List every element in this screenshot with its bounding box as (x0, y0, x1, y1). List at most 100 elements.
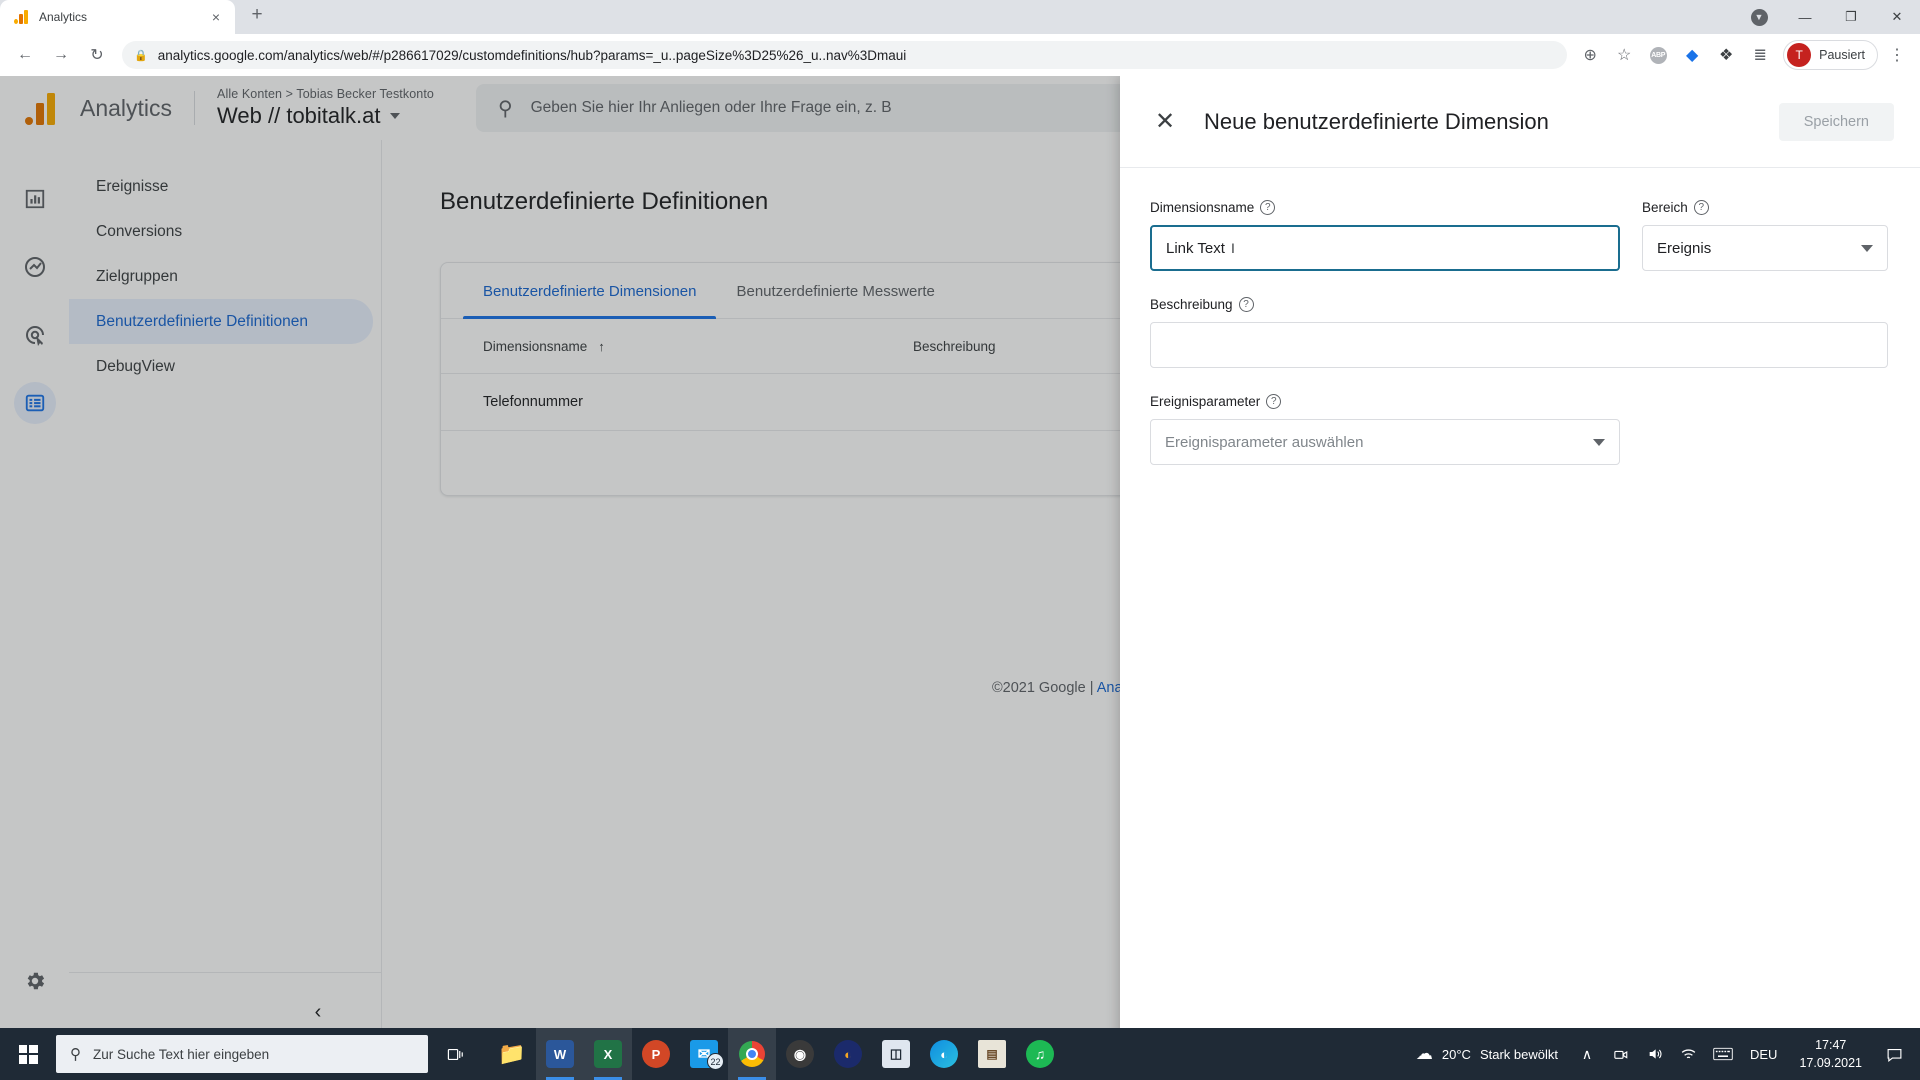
chevron-down-icon[interactable] (1593, 438, 1605, 446)
description-input[interactable] (1150, 322, 1888, 368)
language-indicator[interactable]: DEU (1740, 1047, 1787, 1062)
label-text: Dimensionsname (1150, 200, 1255, 215)
scope-value: Ereignis (1657, 239, 1712, 257)
profile-label: Pausiert (1819, 48, 1865, 62)
reader-icon: ▤ (978, 1040, 1006, 1068)
back-icon[interactable]: ← (8, 40, 42, 70)
label-text: Beschreibung (1150, 297, 1233, 312)
obs-icon: ◉ (786, 1040, 814, 1068)
help-icon[interactable]: ? (1260, 200, 1276, 215)
close-icon[interactable]: ✕ (1150, 107, 1180, 136)
excel-icon: X (594, 1040, 622, 1068)
system-tray: ☁ 20°C Stark bewölkt ∧ DEU 17:47 17.09.2… (1404, 1028, 1920, 1080)
reload-icon[interactable]: ↻ (80, 40, 114, 70)
dimension-name-label: Dimensionsname ? (1150, 200, 1620, 215)
taskbar-apps: 📁 W X P ✉ 22 ◉ ◐ ◫ ◐ ▤ ♫ (488, 1028, 1064, 1080)
taskbar-app-chrome[interactable] (728, 1028, 776, 1080)
weather-condition-label: Stark bewölkt (1479, 1046, 1558, 1062)
address-bar[interactable]: 🔒 analytics.google.com/analytics/web/#/p… (122, 41, 1568, 69)
dialog-body: Dimensionsname ? Link Text I Bereich ? E… (1120, 168, 1920, 465)
page-viewport: Analytics Alle Konten > Tobias Becker Te… (0, 76, 1920, 1052)
forward-icon[interactable]: → (44, 40, 78, 70)
dialog-row-1: Dimensionsname ? Link Text I Bereich ? E… (1150, 200, 1890, 271)
description-group: Beschreibung ? (1150, 297, 1890, 368)
maximize-icon[interactable]: ❐ (1828, 1, 1874, 33)
browser-tab[interactable]: Analytics × (0, 0, 235, 34)
tray-weather[interactable]: ☁ 20°C Stark bewölkt (1404, 1044, 1570, 1064)
mail-badge-count: 22 (707, 1053, 724, 1070)
dimension-name-input[interactable]: Link Text I (1150, 225, 1620, 271)
cloud-icon: ☁ (1415, 1044, 1433, 1063)
taskbar-app-spotify[interactable]: ♫ (1016, 1028, 1064, 1080)
tag-extension-icon[interactable]: ◆ (1677, 40, 1707, 70)
taskbar-app-excel[interactable]: X (584, 1028, 632, 1080)
scope-label: Bereich ? (1642, 200, 1888, 215)
zoom-icon[interactable]: ⊕ (1575, 40, 1605, 70)
browser-tabstrip: Analytics × + ▼ — ❐ ✕ (0, 0, 1920, 34)
tab-title: Analytics (39, 10, 88, 24)
tray-clock[interactable]: 17:47 17.09.2021 (1787, 1036, 1874, 1072)
dialog-title: Neue benutzerdefinierte Dimension (1204, 108, 1549, 134)
windows-start-button[interactable] (0, 1028, 56, 1080)
audacity-icon: ◐ (834, 1040, 862, 1068)
window-close-icon[interactable]: ✕ (1874, 1, 1920, 33)
camera-icon[interactable] (1604, 1028, 1638, 1080)
taskbar-search-placeholder: Zur Suche Text hier eingeben (93, 1046, 270, 1062)
scope-group: Bereich ? Ereignis (1642, 200, 1888, 271)
notification-center-icon[interactable] (1874, 1028, 1914, 1080)
reading-list-icon[interactable]: ≣ (1745, 40, 1775, 70)
search-icon: ⚲ (70, 1046, 81, 1063)
help-icon[interactable]: ? (1238, 297, 1254, 312)
new-tab-button[interactable]: + (243, 1, 271, 29)
adblock-plus-icon[interactable]: ABP (1643, 40, 1673, 70)
volume-icon[interactable] (1638, 1028, 1672, 1080)
powerpoint-icon: P (642, 1040, 670, 1068)
taskbar-app-obs-studio[interactable]: ◉ (776, 1028, 824, 1080)
help-icon[interactable]: ? (1693, 200, 1709, 215)
wifi-icon[interactable] (1672, 1028, 1706, 1080)
extensions-puzzle-icon[interactable]: ❖ (1711, 40, 1741, 70)
bookmark-star-icon[interactable]: ☆ (1609, 40, 1639, 70)
help-icon[interactable]: ? (1266, 394, 1282, 409)
avatar: T (1787, 43, 1812, 67)
description-label: Beschreibung ? (1150, 297, 1890, 312)
new-dimension-dialog: ✕ Neue benutzerdefinierte Dimension Spei… (1120, 76, 1920, 1052)
chrome-update-button[interactable]: ▼ (1736, 1, 1782, 33)
taskbar-app-edge[interactable]: ◐ (920, 1028, 968, 1080)
close-icon[interactable]: × (207, 8, 225, 26)
scope-select[interactable]: Ereignis (1642, 225, 1888, 271)
chrome-menu-icon[interactable]: ⋮ (1882, 40, 1912, 70)
tray-overflow-chevron-icon[interactable]: ∧ (1570, 1028, 1604, 1080)
text-cursor-icon: I (1230, 240, 1235, 256)
photo-editor-icon: ◫ (882, 1040, 910, 1068)
label-text: Ereignisparameter (1150, 394, 1261, 409)
windows-logo-icon (18, 1044, 38, 1064)
event-parameter-select[interactable]: Ereignisparameter auswählen (1150, 419, 1620, 465)
browser-toolbar: ← → ↻ 🔒 analytics.google.com/analytics/w… (0, 34, 1920, 76)
save-button[interactable]: Speichern (1778, 102, 1894, 141)
task-view-icon[interactable] (428, 1046, 482, 1063)
taskbar-app-word[interactable]: W (536, 1028, 584, 1080)
taskbar-app-photo-editor[interactable]: ◫ (872, 1028, 920, 1080)
taskbar-app-reader[interactable]: ▤ (968, 1028, 1016, 1080)
chrome-icon (739, 1041, 765, 1067)
lock-icon: 🔒 (134, 49, 148, 62)
taskbar-search-input[interactable]: ⚲ Zur Suche Text hier eingeben (56, 1035, 428, 1073)
taskbar-app-file-explorer[interactable]: 📁 (488, 1028, 536, 1080)
profile-chip[interactable]: T Pausiert (1783, 40, 1878, 70)
taskbar-app-mail[interactable]: ✉ 22 (680, 1028, 728, 1080)
minimize-icon[interactable]: — (1782, 1, 1828, 33)
spotify-icon: ♫ (1026, 1040, 1054, 1068)
keyboard-icon[interactable] (1706, 1028, 1740, 1080)
dimension-name-value: Link Text (1166, 239, 1225, 257)
event-parameter-placeholder: Ereignisparameter auswählen (1165, 433, 1364, 451)
toolbar-actions: ⊕ ☆ ABP ◆ ❖ ≣ T Pausiert ⋮ (1575, 40, 1912, 70)
chevron-down-icon[interactable] (1861, 244, 1873, 252)
screen: Analytics × + ▼ — ❐ ✕ ← → ↻ 🔒 analytics.… (0, 0, 1920, 1080)
taskbar-app-powerpoint[interactable]: P (632, 1028, 680, 1080)
folder-icon: 📁 (498, 1041, 526, 1066)
taskbar-app-audacity[interactable]: ◐ (824, 1028, 872, 1080)
windows-taskbar: ⚲ Zur Suche Text hier eingeben 📁 W X P ✉… (0, 1028, 1920, 1080)
modal-scrim[interactable] (0, 76, 1120, 1052)
window-controls: ▼ — ❐ ✕ (1736, 0, 1920, 34)
